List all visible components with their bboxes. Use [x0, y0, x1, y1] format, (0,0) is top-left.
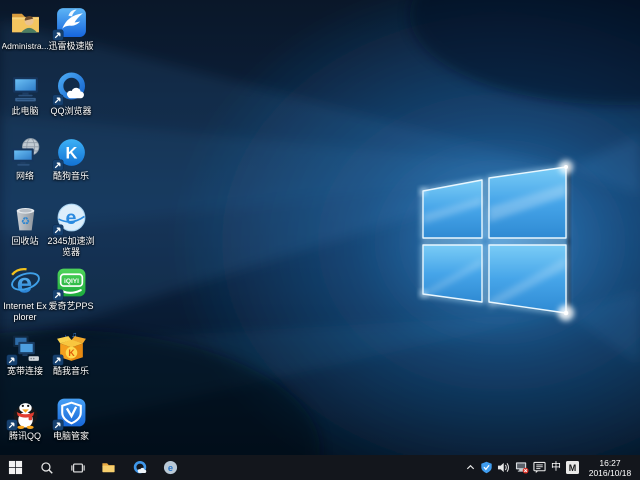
task-view-button[interactable]: [62, 455, 93, 480]
ime-mode-button[interactable]: M: [566, 455, 579, 480]
desktop-icon-label: 2345加速浏览器: [47, 236, 95, 257]
svg-text:♻: ♻: [20, 217, 29, 228]
network-globe-monitor-icon: [9, 136, 42, 169]
taskbar: e: [0, 455, 640, 480]
clock-date: 2016/10/18: [585, 468, 635, 478]
svg-text:iQIYI: iQIYI: [63, 278, 78, 285]
windows-start-icon: [8, 460, 23, 475]
ie-e-icon: e: [9, 266, 42, 299]
desktop-icon-recycle-bin[interactable]: ♻ 回收站: [2, 201, 48, 247]
desktop-icon-thunder-speed[interactable]: 迅雷极速版: [48, 6, 94, 52]
desktop-icon-broadband-connection[interactable]: 宽带连接: [2, 331, 48, 377]
desktop-icon-administrator[interactable]: Administra...: [2, 6, 48, 52]
start-button[interactable]: [0, 455, 31, 480]
network-disconnected-icon: [515, 461, 529, 474]
action-center-icon: [533, 461, 546, 474]
svg-text:K: K: [65, 145, 77, 163]
desktop-icon-pc-manager[interactable]: 电脑管家: [48, 396, 94, 442]
task-view-icon: [71, 461, 85, 475]
shortcut-arrow-icon: [7, 420, 17, 430]
user-folder-icon: [9, 6, 42, 39]
desktop-icon-internet-explorer[interactable]: e Internet Explorer: [2, 266, 48, 322]
desktop-icon-this-pc[interactable]: 此电脑: [2, 71, 48, 117]
qq-browser-taskbar-button[interactable]: [124, 455, 155, 480]
desktop-icon-iqiyi-pps[interactable]: iQIYI 爱奇艺PPS: [48, 266, 94, 312]
action-center-button[interactable]: [533, 455, 546, 480]
taskbar-clock[interactable]: 16:27 2016/10/18: [583, 458, 637, 478]
shortcut-arrow-icon: [53, 355, 63, 365]
shortcut-arrow-icon: [53, 290, 63, 300]
desktop-icon-label: QQ浏览器: [47, 106, 95, 117]
2345-browser-icon: e: [163, 460, 178, 475]
computer-monitor-icon: [9, 71, 42, 104]
broadband-computers-icon: [9, 331, 42, 364]
desktop-icon-label: 此电脑: [1, 106, 49, 117]
desktop-icon-kuwo-music[interactable]: ♪ ♫ K 酷我音乐: [48, 331, 94, 377]
shortcut-arrow-icon: [53, 225, 63, 235]
desktop-icon-label: Administra...: [2, 41, 49, 52]
system-tray: 中 M 16:27 2016/10/18: [465, 455, 640, 480]
desktop-icon-label: 腾讯QQ: [1, 431, 49, 442]
ime-mode-badge: M: [566, 461, 579, 474]
shortcut-arrow-icon: [53, 30, 63, 40]
desktop-icon-kugou-music[interactable]: K 酷狗音乐: [48, 136, 94, 182]
network-status-button[interactable]: [515, 455, 529, 480]
desktop-icon-label: 电脑管家: [47, 431, 95, 442]
svg-text:e: e: [168, 463, 173, 473]
desktop-icon-network[interactable]: 网络: [2, 136, 48, 182]
desktop-icon-label: 迅雷极速版: [47, 41, 95, 52]
kugou-k-circle-icon: K: [55, 136, 88, 169]
desktop-icon-qq-browser[interactable]: QQ浏览器: [48, 71, 94, 117]
qq-browser-ring-cloud-icon: [55, 71, 88, 104]
shortcut-arrow-icon: [53, 95, 63, 105]
svg-text:K: K: [68, 348, 75, 358]
desktop-icon-label: 酷我音乐: [47, 366, 95, 377]
desktop-icon-label: Internet Explorer: [1, 301, 49, 322]
desktop-icon-label: 爱奇艺PPS: [47, 301, 95, 312]
desktop-screen: Administra... 迅雷极速版: [0, 0, 640, 480]
recycle-bin-icon: ♻: [9, 201, 42, 234]
desktop-icon-label: 宽带连接: [1, 366, 49, 377]
thunder-bird-icon: [55, 6, 88, 39]
shortcut-arrow-icon: [53, 160, 63, 170]
volume-button[interactable]: [497, 455, 511, 480]
2345-e-icon: e: [55, 201, 88, 234]
desktop-icon-2345-browser[interactable]: e 2345加速浏览器: [48, 201, 94, 257]
search-button[interactable]: [31, 455, 62, 480]
2345-browser-taskbar-button[interactable]: e: [155, 455, 186, 480]
svg-text:e: e: [65, 207, 76, 229]
desktop-icon-label: 回收站: [1, 236, 49, 247]
file-explorer-folder-icon: [101, 460, 116, 475]
chevron-up-icon: [465, 462, 476, 473]
desktop-icon-tencent-qq[interactable]: 腾讯QQ: [2, 396, 48, 442]
qq-penguin-icon: [9, 396, 42, 429]
clock-time: 16:27: [585, 458, 635, 468]
search-icon: [40, 461, 54, 475]
file-explorer-button[interactable]: [93, 455, 124, 480]
svg-text:e: e: [16, 267, 31, 298]
qq-browser-icon: [132, 460, 148, 476]
shortcut-arrow-icon: [7, 355, 17, 365]
pc-manager-tray-button[interactable]: [480, 455, 493, 480]
kuwo-box-icon: ♪ ♫ K: [55, 331, 88, 364]
tray-expand-chevron[interactable]: [465, 455, 476, 480]
desktop-icon-label: 网络: [1, 171, 49, 182]
desktop-icon-label: 酷狗音乐: [47, 171, 95, 182]
pc-manager-shield-icon: [55, 396, 88, 429]
security-shield-icon: [480, 461, 493, 474]
ime-language-indicator[interactable]: 中: [550, 455, 562, 480]
windows10-hero-wallpaper: [0, 0, 640, 455]
speaker-icon: [497, 461, 511, 474]
shortcut-arrow-icon: [53, 420, 63, 430]
iqiyi-logo-icon: iQIYI: [55, 266, 88, 299]
